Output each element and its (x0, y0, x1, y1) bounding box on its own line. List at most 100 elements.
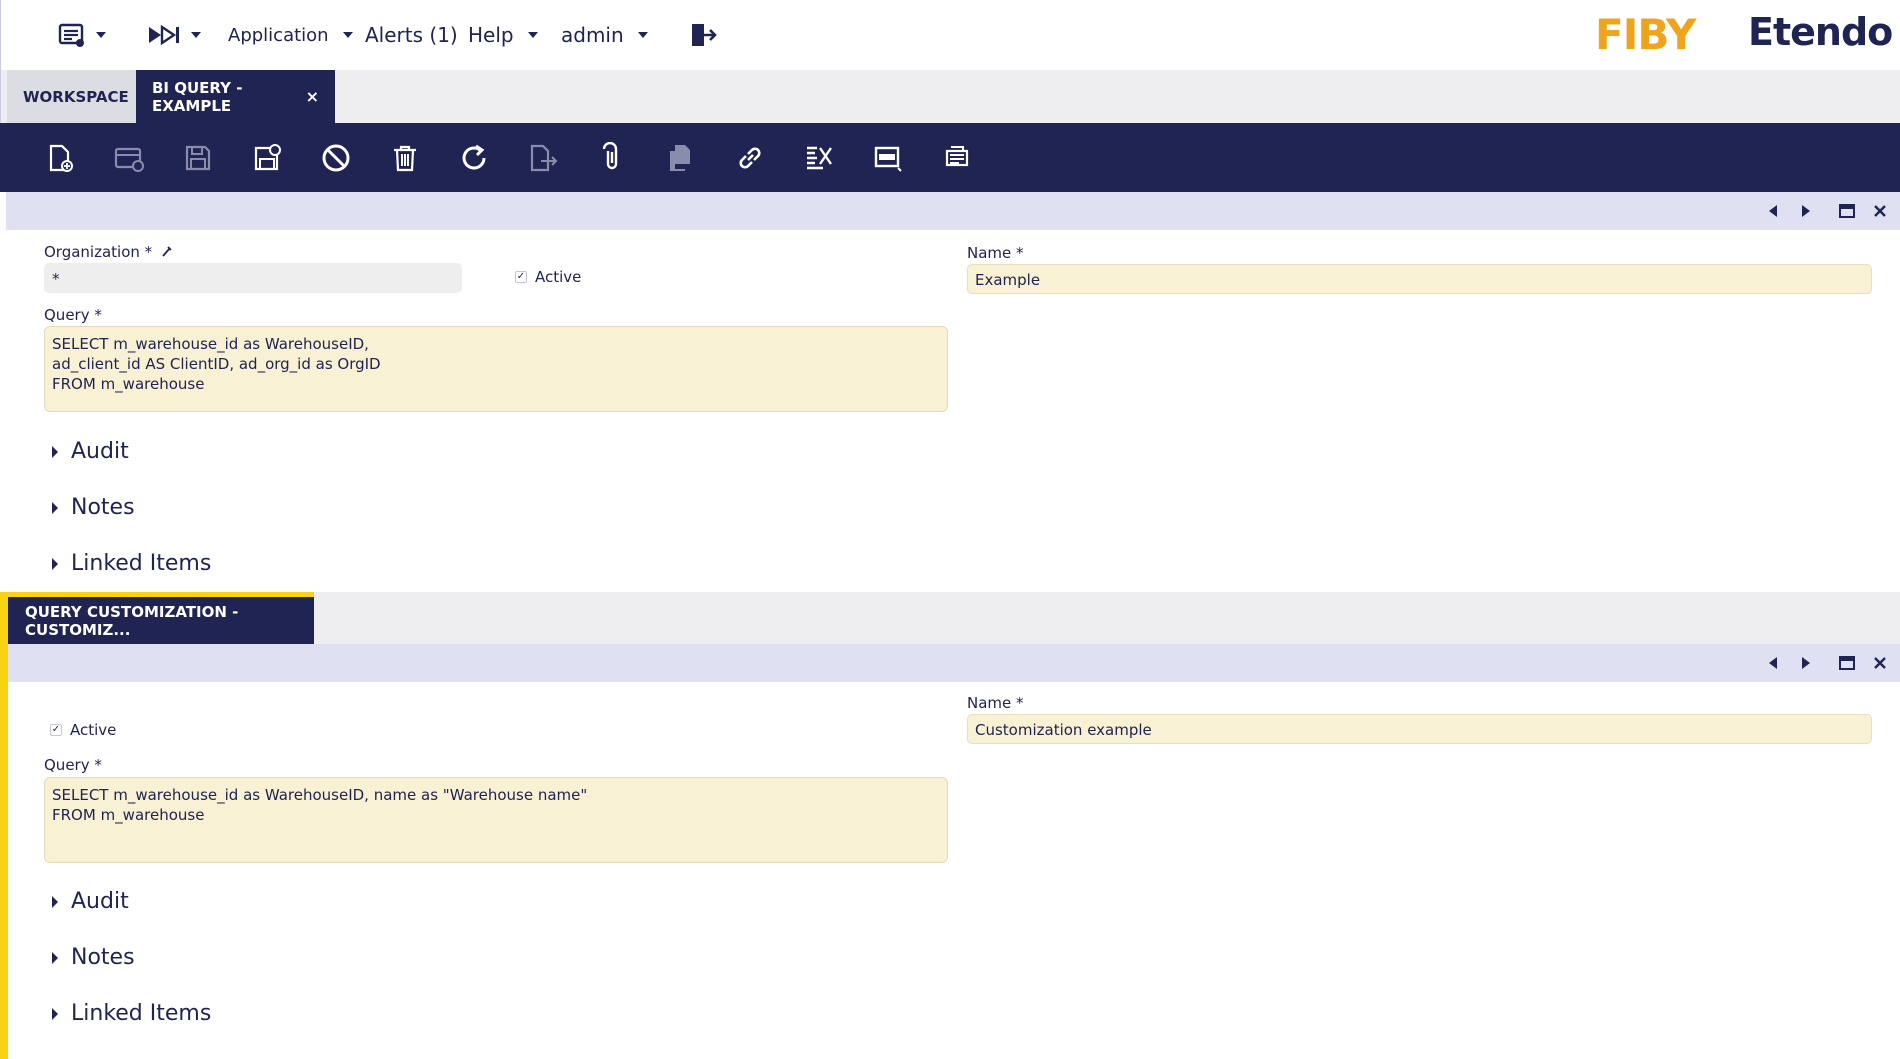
query-textarea[interactable]: SELECT m_warehouse_id as WarehouseID, na… (44, 777, 948, 863)
name-label: Name * (967, 694, 1024, 712)
audit-section-toggle[interactable]: Audit (52, 439, 129, 464)
window-menu-button[interactable] (58, 20, 106, 50)
undo-button[interactable] (318, 140, 354, 176)
tab-label: WORKSPACE (23, 87, 129, 106)
chevron-down-icon (637, 32, 648, 38)
chevron-down-icon (342, 32, 353, 38)
checkbox-checked-icon: ✓ (515, 271, 527, 283)
notes-section-toggle[interactable]: Notes (52, 945, 135, 970)
active-label: Active (70, 721, 117, 739)
name-label: Name * (967, 244, 1024, 262)
tab-workspace[interactable]: WORKSPACE (7, 70, 136, 123)
tab-label: QUERY CUSTOMIZATION - CUSTOMIZ... (25, 602, 239, 639)
alerts-link[interactable]: Alerts (1) (365, 20, 458, 50)
next-record-button[interactable] (1796, 201, 1816, 221)
application-label: Application (228, 24, 329, 46)
fiby-logo: FIBY (1595, 10, 1696, 59)
chevron-left-icon (1769, 657, 1777, 669)
close-form-button[interactable] (1870, 201, 1890, 221)
etendo-logo: Etendo (1748, 10, 1893, 54)
link-button[interactable] (732, 140, 768, 176)
save-close-icon (254, 144, 281, 171)
audit-section-toggle[interactable]: Audit (52, 889, 129, 914)
tab-label: BI QUERY - EXAMPLE (152, 78, 243, 115)
linked-items-label: Linked Items (71, 1001, 212, 1026)
quick-launch-button[interactable] (147, 20, 201, 50)
previous-record-button[interactable] (1763, 653, 1783, 673)
logout-button[interactable] (689, 20, 717, 50)
close-icon[interactable]: × (306, 87, 319, 106)
user-label: admin (561, 23, 624, 47)
edit-link-icon[interactable] (161, 245, 173, 257)
caret-right-icon (52, 951, 58, 964)
clone-button[interactable] (663, 140, 699, 176)
chevron-down-icon (527, 32, 538, 38)
audit-label: Audit (71, 439, 129, 464)
close-icon (1874, 205, 1886, 217)
alerts-label: Alerts (1) (365, 23, 458, 47)
print-button[interactable] (939, 140, 975, 176)
child-tab-bar: QUERY CUSTOMIZATION - CUSTOMIZ... (0, 592, 1900, 644)
notes-label: Notes (71, 945, 135, 970)
caret-right-icon (52, 445, 58, 458)
name-field[interactable]: Customization example (967, 714, 1872, 744)
delete-icon (394, 145, 416, 172)
active-label: Active (535, 268, 582, 286)
header-section-bar (6, 192, 1900, 230)
caret-right-icon (52, 895, 58, 908)
tab-bi-query-example[interactable]: BI QUERY - EXAMPLE × (136, 70, 335, 123)
next-record-button[interactable] (1796, 653, 1816, 673)
refresh-icon (462, 144, 486, 170)
close-icon (1874, 657, 1886, 669)
new-row-button[interactable] (111, 140, 147, 176)
new-document-button[interactable] (42, 140, 78, 176)
maximize-button[interactable] (1837, 653, 1857, 673)
name-value: Example (975, 271, 1041, 289)
save-close-button[interactable] (249, 140, 285, 176)
chevron-right-icon (1802, 657, 1810, 669)
save-icon (185, 145, 211, 171)
user-menu[interactable]: admin (561, 20, 648, 50)
new-document-icon (49, 144, 73, 172)
linked-items-section-toggle[interactable]: Linked Items (52, 1001, 211, 1026)
chevron-down-icon (96, 32, 106, 38)
export-button[interactable] (525, 140, 561, 176)
toolbar (0, 123, 1900, 192)
caret-right-icon (52, 501, 58, 514)
query-label: Query * (44, 756, 102, 774)
name-field[interactable]: Example (967, 264, 1872, 294)
active-child-indicator (0, 592, 8, 1059)
attachment-button[interactable] (594, 140, 630, 176)
help-menu[interactable]: Help (468, 20, 538, 50)
organization-label-text: Organization * (44, 243, 153, 261)
maximize-button[interactable] (1837, 201, 1857, 221)
notes-label: Notes (71, 495, 135, 520)
save-button[interactable] (180, 140, 216, 176)
chevron-right-icon (1802, 205, 1810, 217)
close-form-button[interactable] (1870, 653, 1890, 673)
audit-trail-button[interactable] (801, 140, 837, 176)
active-checkbox[interactable]: ✓ Active (50, 721, 116, 739)
organization-label: Organization * (44, 243, 173, 261)
organization-field[interactable]: * (44, 263, 462, 293)
query-textarea[interactable]: SELECT m_warehouse_id as WarehouseID, ad… (44, 326, 948, 412)
notes-section-toggle[interactable]: Notes (52, 495, 135, 520)
linked-items-label: Linked Items (71, 551, 212, 576)
active-checkbox[interactable]: ✓ Active (515, 268, 581, 286)
application-menu[interactable]: Application (228, 20, 353, 50)
form-view-button[interactable] (870, 140, 906, 176)
caret-right-icon (52, 1007, 58, 1020)
link-icon (739, 147, 761, 169)
logout-icon (692, 24, 717, 46)
refresh-button[interactable] (456, 140, 492, 176)
delete-button[interactable] (387, 140, 423, 176)
quick-launch-icon (149, 24, 179, 46)
previous-record-button[interactable] (1763, 201, 1783, 221)
linked-items-section-toggle[interactable]: Linked Items (52, 551, 211, 576)
chevron-down-icon (191, 32, 201, 38)
tab-query-customization[interactable]: QUERY CUSTOMIZATION - CUSTOMIZ... (7, 592, 314, 644)
clone-icon (670, 145, 690, 171)
form-view-icon (874, 146, 902, 172)
name-value: Customization example (975, 721, 1152, 739)
child-section-bar (8, 644, 1900, 682)
